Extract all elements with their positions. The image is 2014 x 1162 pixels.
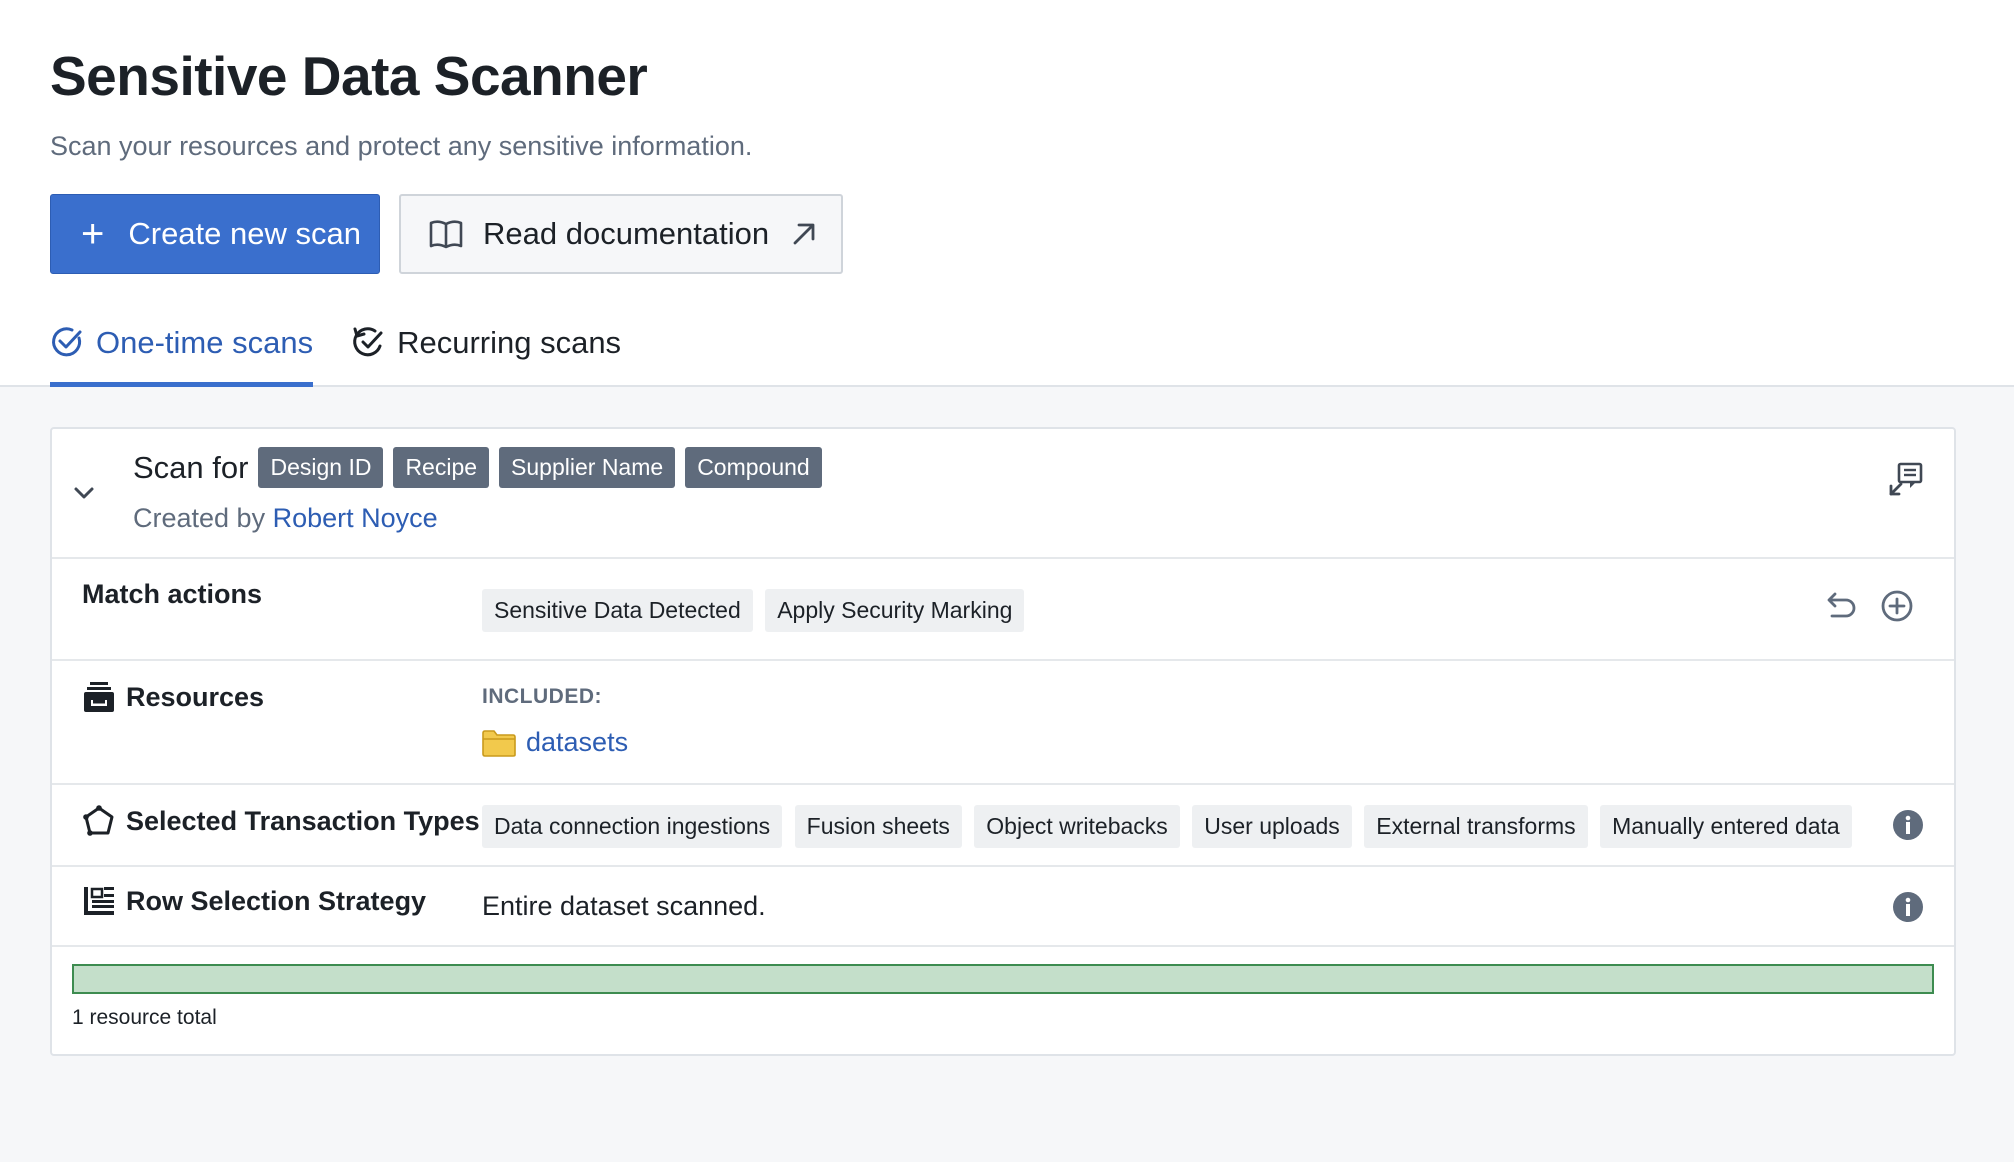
- resources-row: Resources INCLUDED: datasets: [52, 661, 1954, 785]
- add-circle-icon[interactable]: [1880, 589, 1914, 628]
- transaction-type-chip: Manually entered data: [1600, 805, 1852, 848]
- archive-icon: [84, 682, 114, 712]
- info-icon[interactable]: [1892, 891, 1924, 923]
- created-by: Created by Robert Noyce: [133, 503, 438, 534]
- category-tag: Compound: [685, 447, 822, 488]
- created-by-user-link[interactable]: Robert Noyce: [273, 503, 438, 533]
- transaction-type-chips: Data connection ingestions Fusion sheets…: [482, 805, 1860, 848]
- resources-label-text: Resources: [126, 681, 265, 712]
- page-title: Sensitive Data Scanner: [50, 45, 648, 107]
- datasets-folder-link[interactable]: datasets: [482, 727, 628, 758]
- tab-recurring-scans[interactable]: Recurring scans: [351, 322, 621, 385]
- transaction-types-label-text: Selected Transaction Types: [126, 805, 480, 836]
- datasets-folder-label: datasets: [526, 727, 629, 757]
- undo-icon[interactable]: [1822, 591, 1856, 626]
- tab-one-time-scans[interactable]: One-time scans: [50, 322, 314, 387]
- category-tag: Supplier Name: [499, 447, 676, 488]
- plus-icon: +: [81, 212, 105, 256]
- page-subtitle: Scan your resources and protect any sens…: [50, 131, 753, 161]
- circle-check-icon: [52, 327, 82, 357]
- scan-card-header: Scan for Design ID Recipe Supplier Name …: [52, 429, 1954, 559]
- row-selection-value: Entire dataset scanned.: [482, 891, 766, 921]
- read-documentation-label: Read documentation: [483, 216, 770, 251]
- transaction-types-label: Selected Transaction Types: [82, 805, 480, 837]
- scan-progress-fill: [74, 966, 1932, 992]
- recurring-check-icon: [353, 327, 383, 357]
- row-selection-label-text: Row Selection Strategy: [126, 885, 427, 916]
- read-documentation-button[interactable]: Read documentation: [399, 194, 843, 274]
- transaction-type-chip: External transforms: [1364, 805, 1588, 848]
- transaction-type-chip: User uploads: [1192, 805, 1352, 848]
- category-tag: Recipe: [393, 447, 490, 488]
- tab-recurring-scans-label: Recurring scans: [397, 325, 622, 360]
- external-link-icon: [793, 223, 815, 245]
- resources-label: Resources: [82, 681, 264, 713]
- row-selection-row: Row Selection Strategy Entire dataset sc…: [52, 867, 1954, 947]
- match-actions-label-text: Match actions: [82, 579, 263, 609]
- match-action-chip: Apply Security Marking: [765, 589, 1025, 632]
- open-scan-icon[interactable]: [1888, 461, 1924, 497]
- chevron-down-icon[interactable]: [72, 485, 96, 501]
- category-tag: Design ID: [258, 447, 384, 488]
- page-header: Sensitive Data Scanner Scan your resourc…: [0, 0, 2014, 387]
- create-new-scan-label: Create new scan: [128, 216, 361, 251]
- transaction-types-icon: [83, 805, 114, 836]
- match-actions-controls: [1798, 589, 1914, 628]
- scan-progress-bar: [72, 964, 1934, 994]
- folder-icon: [482, 729, 516, 757]
- created-by-label: Created by: [133, 503, 266, 533]
- row-selection-label: Row Selection Strategy: [82, 885, 426, 917]
- resource-total: 1 resource total: [72, 1006, 217, 1029]
- scan-card: Scan for Design ID Recipe Supplier Name …: [50, 427, 1956, 1056]
- match-actions-chips: Sensitive Data Detected Apply Security M…: [482, 589, 1032, 632]
- transaction-type-chip: Data connection ingestions: [482, 805, 783, 848]
- transaction-type-chip: Object writebacks: [974, 805, 1180, 848]
- tab-one-time-scans-label: One-time scans: [96, 325, 314, 360]
- included-label: INCLUDED:: [482, 685, 602, 708]
- info-icon[interactable]: [1892, 809, 1924, 841]
- match-action-chip: Sensitive Data Detected: [482, 589, 753, 632]
- match-actions-label: Match actions: [82, 579, 262, 610]
- transaction-type-chip: Fusion sheets: [794, 805, 962, 848]
- table-select-icon: [84, 887, 114, 915]
- create-new-scan-button[interactable]: + Create new scan: [50, 194, 380, 274]
- scan-tabs: One-time scans Recurring scans: [50, 322, 659, 387]
- transaction-types-row: Selected Transaction Types Data connecti…: [52, 785, 1954, 867]
- scan-for: Scan for Design ID Recipe Supplier Name …: [133, 447, 832, 488]
- book-icon: [429, 220, 463, 249]
- scan-for-label: Scan for: [133, 449, 249, 485]
- match-actions-row: Match actions Sensitive Data Detected Ap…: [52, 559, 1954, 661]
